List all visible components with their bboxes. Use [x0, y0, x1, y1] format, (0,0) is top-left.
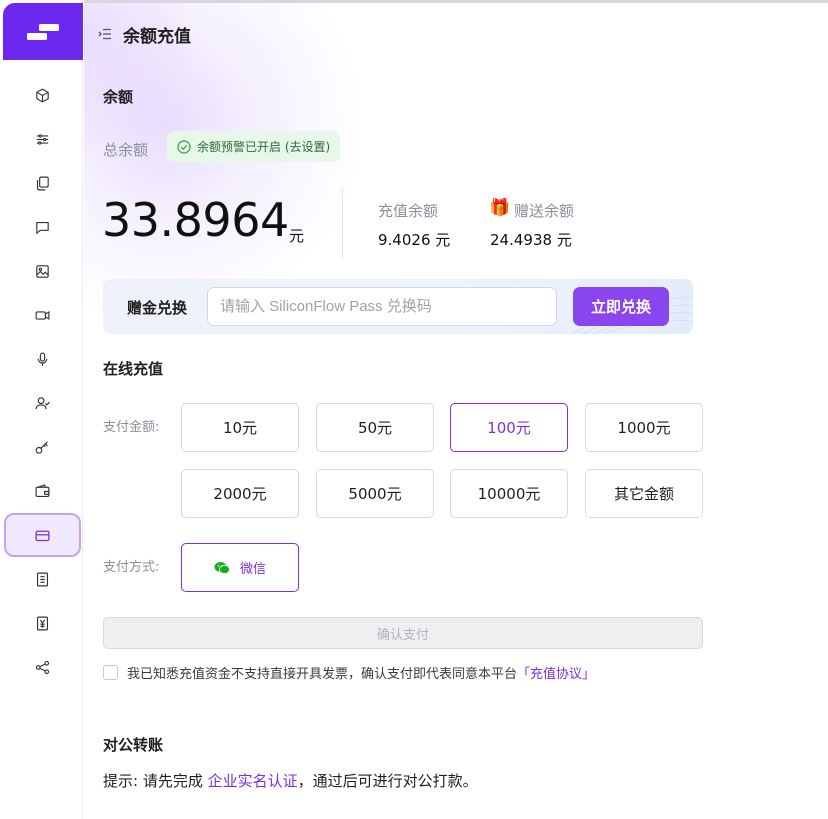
sidebar-item-chat[interactable] [4, 205, 81, 249]
balance-section-title: 余额 [103, 88, 134, 106]
document-icon [36, 572, 49, 586]
image-icon [36, 264, 49, 278]
sidebar-item-models[interactable] [4, 73, 81, 117]
amount-option-10[interactable]: 10元 [181, 403, 299, 452]
sliders-icon [36, 133, 49, 145]
key-icon [35, 440, 48, 454]
gift-balance-label: 赠送余额 [514, 202, 575, 220]
page-title: 余额充值 [123, 27, 191, 47]
transfer-hint-prefix: 提示: 请先完成 [103, 772, 208, 790]
recharge-balance-value: 9.4026 元 [378, 231, 451, 249]
video-icon [35, 310, 50, 320]
agreement-row: 我已知悉充值资金不支持直接开具发票，确认支付即代表同意本平台「充值协议」 [103, 663, 595, 682]
copy-files-icon [36, 176, 49, 190]
transfer-hint: 提示: 请先完成 企业实名认证，通过后可进行对公打款。 [103, 770, 478, 791]
redeem-label: 赠金兑换 [127, 299, 188, 317]
sidebar-item-image[interactable] [4, 249, 81, 293]
wechat-icon [214, 561, 230, 574]
share-icon [35, 660, 50, 674]
microphone-icon [37, 352, 48, 366]
agreement-checkbox[interactable] [103, 665, 118, 680]
redeem-panel: 赠金兑换 立即兑换 [103, 279, 693, 334]
balance-warning-badge[interactable]: 余额预警已开启 (去设置) [167, 131, 341, 162]
sidebar-item-recharge[interactable] [4, 513, 81, 557]
sidebar-item-batch[interactable] [4, 161, 81, 205]
credit-card-icon [35, 530, 50, 541]
user-check-icon [35, 396, 50, 409]
sidebar-item-api-keys[interactable] [4, 425, 81, 469]
menu-fold-icon[interactable] [98, 27, 112, 41]
redeem-code-input[interactable] [207, 287, 557, 326]
total-balance-label: 总余额 [103, 141, 149, 159]
logo[interactable] [3, 3, 83, 60]
balance-warning-text: 余额预警已开启 (去设置) [197, 140, 331, 154]
confirm-pay-button[interactable]: 确认支付 [103, 617, 703, 649]
amount-option-50[interactable]: 50元 [316, 403, 434, 452]
sidebar-item-audio[interactable] [4, 337, 81, 381]
main-content: 余额充值 余额 总余额 余额预警已开启 (去设置) 33.8964 元 充值余额… [84, 0, 828, 819]
chat-bubble-icon [36, 221, 49, 234]
enterprise-verify-link[interactable]: 企业实名认证 [208, 772, 298, 790]
check-circle-icon [177, 139, 191, 154]
pay-method-label-text: 微信 [239, 562, 266, 577]
wallet-icon [35, 483, 50, 497]
sidebar-item-playground[interactable] [4, 117, 81, 161]
sidebar-item-user[interactable] [4, 381, 81, 425]
gift-icon: 🎁 [489, 198, 511, 218]
total-balance-amount: 33.8964 [102, 193, 289, 247]
balance-divider [342, 187, 343, 259]
amount-option-100[interactable]: 100元 [450, 403, 568, 452]
pay-method-label: 支付方式: [103, 560, 160, 575]
logo-icon [27, 23, 59, 40]
amount-option-5000[interactable]: 5000元 [316, 469, 434, 518]
sidebar-item-expenses[interactable] [4, 601, 81, 645]
yen-icon [36, 616, 49, 630]
transfer-section-title: 对公转账 [103, 736, 164, 754]
sidebar-item-video[interactable] [4, 293, 81, 337]
redeem-button[interactable]: 立即兑换 [573, 287, 669, 326]
sidebar [0, 0, 83, 819]
pay-amount-label: 支付金额: [103, 420, 160, 435]
agreement-text: 我已知悉充值资金不支持直接开具发票，确认支付即代表同意本平台 [127, 667, 518, 682]
amount-option-2000[interactable]: 2000元 [181, 469, 299, 518]
sidebar-item-share[interactable] [4, 645, 81, 689]
cube-icon [36, 87, 49, 103]
total-balance-unit: 元 [289, 227, 305, 245]
topbar: 余额充值 [84, 3, 828, 63]
pay-method-wechat[interactable]: 微信 [181, 543, 299, 592]
amount-option-other[interactable]: 其它金额 [585, 469, 703, 518]
sidebar-item-bills[interactable] [4, 557, 81, 601]
online-recharge-title: 在线充值 [103, 360, 164, 378]
recharge-agreement-link[interactable]: 「充值协议」 [517, 667, 595, 682]
transfer-hint-suffix: ，通过后可进行对公打款。 [297, 772, 478, 790]
sidebar-item-wallet[interactable] [4, 469, 81, 513]
recharge-balance-label: 充值余额 [378, 202, 439, 220]
amount-option-1000[interactable]: 1000元 [585, 403, 703, 452]
gift-balance-value: 24.4938 元 [490, 231, 572, 249]
amount-option-10000[interactable]: 10000元 [450, 469, 568, 518]
